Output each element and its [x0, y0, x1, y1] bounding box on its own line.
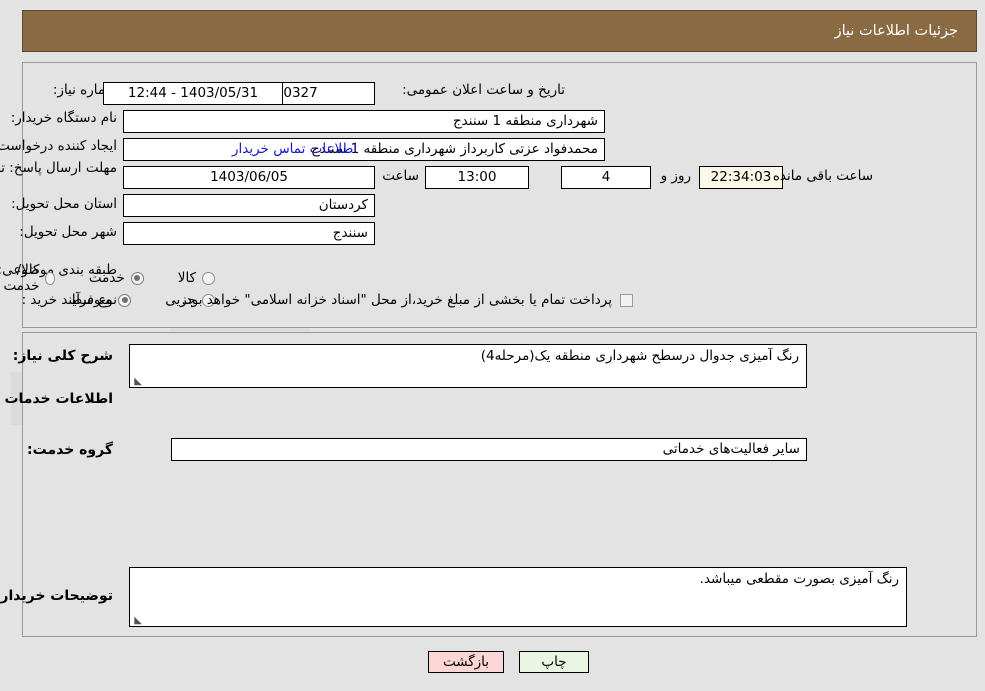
buyer-org-label-row: نام دستگاه خریدار:	[11, 110, 117, 126]
resize-grip-icon[interactable]: ◣	[132, 377, 142, 387]
public-announce-value: 1403/05/31 - 12:44	[103, 82, 283, 105]
deadline-date-value: 1403/06/05	[123, 166, 375, 189]
city-label: شهر محل تحویل:	[19, 224, 117, 240]
page-root: AriaTender .net AriaTender جزئیات اطلاعا…	[0, 0, 985, 691]
services-heading: اطلاعات خدمات مورد نیاز	[0, 391, 113, 407]
summary-label-row: شرح کلی نیاز:	[13, 348, 113, 364]
public-announce-label: تاریخ و ساعت اعلان عمومی:	[402, 82, 565, 98]
window-title-bar: جزئیات اطلاعات نیاز	[22, 10, 977, 52]
checkbox-icon[interactable]	[620, 293, 633, 307]
service-group-label: گروه خدمت:	[27, 442, 113, 458]
buyer-notes-label: توضیحات خریدار:	[0, 588, 113, 604]
classification-option-khedmat[interactable]: خدمت	[89, 270, 144, 286]
buyer-org-label: نام دستگاه خریدار:	[10, 110, 117, 126]
print-button[interactable]: چاپ	[519, 651, 589, 673]
service-group-value: سایر فعالیت‌های خدماتی	[171, 438, 807, 461]
classification-option-label: کالا/خدمت	[3, 262, 40, 294]
province-label: استان محل تحویل:	[11, 196, 117, 212]
province-label-row: استان محل تحویل:	[11, 196, 117, 212]
city-label-row: شهر محل تحویل:	[19, 224, 117, 240]
buyer-notes-textarea[interactable]: رنگ آمیزی بصورت مقطعی میباشد. ◣	[129, 567, 907, 627]
radio-icon[interactable]	[130, 271, 144, 285]
deadline-label: مهلت ارسال پاسخ: تا تاریخ:	[0, 160, 117, 176]
remaining-days-label: روز و	[660, 168, 691, 184]
deadline-hour-label: ساعت	[382, 168, 419, 184]
service-group-label-row: گروه خدمت:	[27, 442, 113, 458]
remaining-days-value: 4	[561, 166, 651, 189]
buyer-org-value: شهرداری منطقه 1 سنندج	[123, 110, 605, 133]
deadline-hour-value: 13:00	[425, 166, 529, 189]
public-announce-label-row: تاریخ و ساعت اعلان عمومی:	[402, 82, 565, 98]
radio-icon[interactable]	[118, 293, 132, 307]
creator-label: ایجاد کننده درخواست:	[0, 138, 117, 154]
classification-option-kala-khedmat[interactable]: کالا/خدمت	[0, 262, 55, 294]
services-heading-row: اطلاعات خدمات مورد نیاز	[0, 391, 113, 407]
treasury-bond-checkbox-label: پرداخت تمام یا بخشی از مبلغ خرید،از محل …	[181, 292, 612, 308]
buyer-notes-label-row: توضیحات خریدار:	[0, 588, 113, 604]
treasury-bond-checkbox-row[interactable]: پرداخت تمام یا بخشی از مبلغ خرید،از محل …	[181, 292, 633, 308]
classification-option-kala[interactable]: کالا	[178, 270, 215, 286]
creator-value: محمدفواد عزتی کاربرداز شهرداری منطقه 1 س…	[123, 138, 605, 161]
remaining-time-label: ساعت باقی مانده	[772, 168, 873, 184]
buyer-notes-value: رنگ آمیزی بصورت مقطعی میباشد.	[699, 571, 899, 587]
classification-option-label: کالا	[177, 270, 196, 286]
back-button[interactable]: بازگشت	[428, 651, 504, 673]
summary-textarea[interactable]: رنگ آمیزی جدوال درسطح شهرداری منطقه یک(م…	[129, 344, 807, 388]
summary-label: شرح کلی نیاز:	[12, 348, 113, 364]
buyer-contact-link[interactable]: اطلاعات تماس خریدار	[232, 141, 357, 157]
classification-option-label: خدمت	[88, 270, 125, 286]
city-value: سنندج	[123, 222, 375, 245]
province-value: کردستان	[123, 194, 375, 217]
classification-options: کالا خدمت کالا/خدمت	[0, 262, 215, 294]
radio-icon[interactable]	[45, 271, 55, 285]
remaining-time-value: 22:34:03	[699, 166, 783, 189]
deadline-label-row: مهلت ارسال پاسخ: تا تاریخ:	[0, 160, 117, 177]
purchase-option-label: متوسط	[69, 292, 113, 308]
radio-icon[interactable]	[202, 271, 215, 285]
creator-label-row: ایجاد کننده درخواست:	[0, 138, 117, 154]
summary-value: رنگ آمیزی جدوال درسطح شهرداری منطقه یک(م…	[480, 348, 799, 364]
resize-grip-icon[interactable]: ◣	[132, 616, 142, 626]
purchase-option-motavasset[interactable]: متوسط	[69, 292, 132, 308]
page-title: جزئیات اطلاعات نیاز	[834, 23, 958, 39]
